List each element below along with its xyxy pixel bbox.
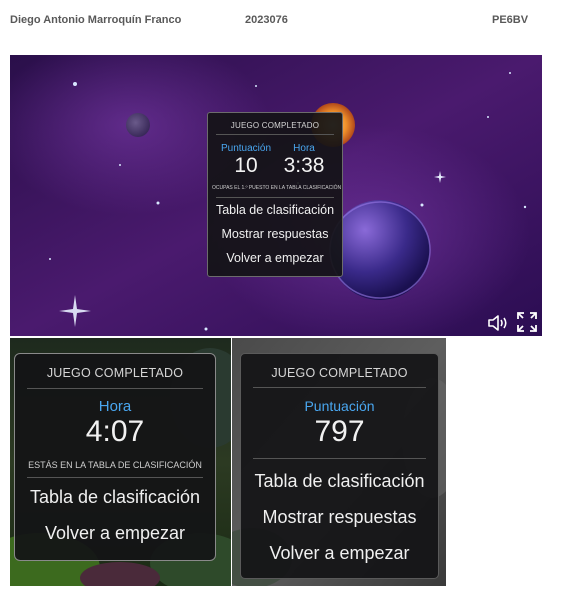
score-value: 10 xyxy=(234,154,258,177)
divider xyxy=(216,197,334,198)
divider xyxy=(253,458,426,459)
leaderboard-button[interactable]: Tabla de clasificación xyxy=(15,487,215,508)
panel-title: JUEGO COMPLETADO xyxy=(230,121,320,130)
restart-button[interactable]: Volver a empezar xyxy=(208,251,342,265)
student-id: 2023076 xyxy=(245,14,288,26)
score-value: 797 xyxy=(314,415,365,448)
rank-note: OCUPAS EL 1.º PUESTO EN LA TABLA CLASIFI… xyxy=(212,185,342,191)
student-name: Diego Antonio Marroquín Franco xyxy=(10,14,182,26)
panel-title: JUEGO COMPLETADO xyxy=(271,366,408,380)
game-screen-space: JUEGO COMPLETADO Puntuación Hora 10 3:38… xyxy=(10,55,542,336)
score-label: Puntuación xyxy=(220,143,272,154)
show-answers-button[interactable]: Mostrar respuestas xyxy=(208,227,342,241)
divider xyxy=(216,134,334,135)
leaderboard-button[interactable]: Tabla de clasificación xyxy=(241,471,438,492)
game-screen-jungle: JUEGO COMPLETADO Hora 4:07 ESTÁS EN LA T… xyxy=(10,338,231,586)
game-complete-panel: JUEGO COMPLETADO Hora 4:07 ESTÁS EN LA T… xyxy=(14,353,216,561)
show-answers-button[interactable]: Mostrar respuestas xyxy=(241,507,438,528)
game-screen-grey: JUEGO COMPLETADO Puntuación 797 Tabla de… xyxy=(232,338,446,586)
restart-button[interactable]: Volver a empezar xyxy=(241,543,438,564)
time-label: Hora xyxy=(293,143,315,154)
time-value: 4:07 xyxy=(85,415,145,448)
game-complete-panel: JUEGO COMPLETADO Puntuación Hora 10 3:38… xyxy=(207,112,343,277)
rank-note: ESTÁS EN LA TABLA DE CLASIFICACIÓN xyxy=(28,460,202,470)
game-complete-panel: JUEGO COMPLETADO Puntuación 797 Tabla de… xyxy=(240,353,439,579)
course-code: PE6BV xyxy=(492,14,529,26)
score-label: Puntuación xyxy=(304,398,375,414)
leaderboard-button[interactable]: Tabla de clasificación xyxy=(208,203,342,217)
divider xyxy=(27,477,203,478)
panel-title: JUEGO COMPLETADO xyxy=(46,366,184,380)
time-value: 3:38 xyxy=(283,154,325,177)
time-label: Hora xyxy=(98,398,132,415)
restart-button[interactable]: Volver a empezar xyxy=(15,523,215,544)
divider xyxy=(253,387,426,388)
fullscreen-icon[interactable] xyxy=(516,311,538,333)
header-bar: Diego Antonio Marroquín Franco 2023076 P… xyxy=(0,14,561,32)
speaker-icon[interactable] xyxy=(487,314,509,332)
divider xyxy=(27,388,203,389)
